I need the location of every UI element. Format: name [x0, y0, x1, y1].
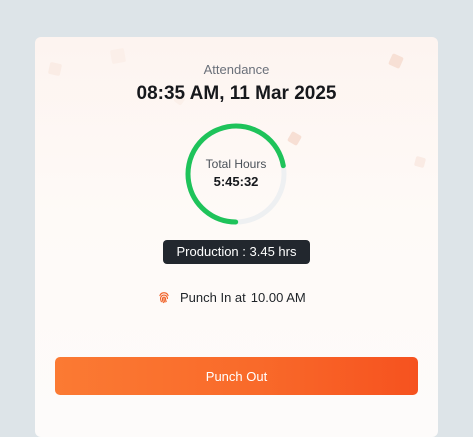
total-hours-value: 5:45:32	[213, 174, 259, 189]
total-hours-label: Total Hours	[205, 157, 267, 171]
total-hours-ring: Total Hours 5:45:32	[182, 120, 290, 228]
punch-in-label: Punch In at	[180, 289, 246, 305]
attendance-title: Attendance	[203, 62, 270, 77]
punch-out-button[interactable]: Punch Out	[55, 357, 418, 395]
attendance-card: Attendance 08:35 AM, 11 Mar 2025 Total H…	[35, 37, 438, 437]
fingerprint-icon	[159, 292, 169, 304]
punch-in-info: Punch In at 10.00 AM	[157, 288, 306, 306]
punch-in-time: 10.00 AM	[250, 289, 306, 305]
decoration-square	[413, 155, 427, 169]
current-datetime: 08:35 AM, 11 Mar 2025	[136, 83, 337, 104]
production-badge: Production : 3.45 hrs	[163, 240, 310, 264]
